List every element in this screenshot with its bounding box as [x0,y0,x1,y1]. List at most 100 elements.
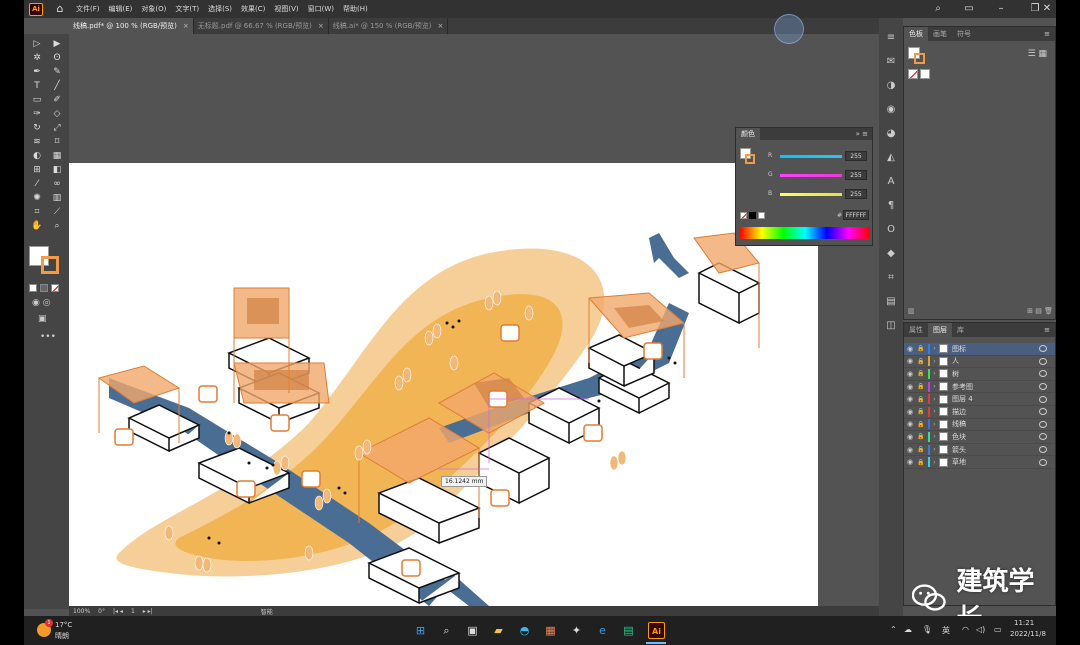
expand-arrow-icon[interactable]: › [930,358,939,365]
lock-icon[interactable]: 🔒 [916,421,926,428]
slider-track-g[interactable] [780,174,842,177]
appearance-icon[interactable]: ◑ [879,74,903,98]
comments-icon[interactable]: ✉ [879,50,903,74]
layer-row[interactable]: ◉ 🔒 › 图标 [904,343,1055,356]
align-icon[interactable]: ▤ [879,290,903,314]
layer-name[interactable]: 草地 [952,457,1039,467]
expand-arrow-icon[interactable]: › [930,396,939,403]
mesh-tool-icon[interactable]: ⊞ [29,164,45,176]
target-circle-icon[interactable] [1039,370,1047,378]
close-icon[interactable]: × [318,22,324,30]
stroke-panel-icon[interactable]: ◆ [879,242,903,266]
minimize-icon[interactable]: – [994,2,1008,16]
more-tools-icon[interactable]: ••• [40,332,56,342]
pathfinder-icon[interactable]: ◫ [879,314,903,338]
layer-name[interactable]: 参考图 [952,382,1039,392]
search-icon[interactable]: ⌕ [931,2,945,16]
clock-time[interactable]: 11:21 [1014,619,1034,627]
tab-color[interactable]: 颜色 [736,128,760,140]
shape-builder-tool-icon[interactable]: ◐ [29,150,45,162]
lock-icon[interactable]: 🔒 [916,459,926,466]
ie-icon[interactable]: e [594,622,611,639]
target-circle-icon[interactable] [1039,395,1047,403]
store-icon[interactable]: ▦ [542,622,559,639]
eyedropper-tool-icon[interactable]: ⁄ [29,178,45,190]
transform-icon[interactable]: ⌗ [879,266,903,290]
target-circle-icon[interactable] [1039,383,1047,391]
type-tool-icon[interactable]: T [29,80,45,92]
tab-layers[interactable]: 图层 [928,323,952,337]
hex-input[interactable]: FFFFFF [843,210,869,220]
target-circle-icon[interactable] [1039,408,1047,416]
visibility-eye-icon[interactable]: ◉ [904,420,916,428]
curvature-tool-icon[interactable]: ✎ [49,66,65,78]
cloud-icon[interactable]: ☁ [904,625,912,634]
slider-track-r[interactable] [780,155,842,158]
expand-arrow-icon[interactable]: › [930,421,939,428]
layer-row[interactable]: ◉ 🔒 › 草地 [904,456,1055,469]
rotation-value[interactable]: 0° [94,608,109,615]
layer-row[interactable]: ◉ 🔒 › 图层 4 [904,393,1055,406]
magic-wand-tool-icon[interactable]: ✲ [29,52,45,64]
expand-arrow-icon[interactable]: › [930,345,939,352]
expand-arrow-icon[interactable]: › [930,383,939,390]
eraser-tool-icon[interactable]: ◇ [49,108,65,120]
layer-row[interactable]: ◉ 🔒 › 树 [904,368,1055,381]
lock-icon[interactable]: 🔒 [916,408,926,415]
visibility-eye-icon[interactable]: ◉ [904,433,916,441]
slice-tool-icon[interactable]: ⟋ [49,206,65,218]
menu-edit[interactable]: 编辑(E) [109,4,133,14]
color-spectrum[interactable] [740,227,870,239]
file-explorer-icon[interactable]: ▰ [490,622,507,639]
character-icon[interactable]: A [879,170,903,194]
close-icon[interactable]: × [183,22,189,30]
ime-indicator[interactable]: 英 [942,625,950,636]
artboard-tool-icon[interactable]: ⌗ [29,206,45,218]
tray-chevron-icon[interactable]: ⌃ [890,625,897,634]
gradient-mode-icon[interactable] [40,284,48,292]
visibility-eye-icon[interactable]: ◉ [904,408,916,416]
none-mode-icon[interactable] [51,284,59,292]
zoom-tool-icon[interactable]: ⌕ [49,220,65,232]
clock-date[interactable]: 2022/11/8 [1010,630,1046,638]
color-guide-icon[interactable]: ◕ [879,122,903,146]
new-swatch-icon[interactable]: ⊞ ▤ 🗑 [1027,307,1053,315]
none-swatch[interactable] [908,69,918,79]
app-green-icon[interactable]: ▤ [620,622,637,639]
opentype-icon[interactable]: O [879,218,903,242]
close-window-icon[interactable]: ✕ [1040,2,1054,16]
target-circle-icon[interactable] [1039,357,1047,365]
target-circle-icon[interactable] [1039,446,1047,454]
slider-b[interactable]: B 255 [736,189,874,200]
illustrator-taskbar-icon[interactable]: Ai [648,622,665,639]
lock-icon[interactable]: 🔒 [916,433,926,440]
layer-name[interactable]: 色块 [952,432,1039,442]
menu-window[interactable]: 窗口(W) [308,4,334,14]
target-circle-icon[interactable] [1039,420,1047,428]
white-color-chip[interactable] [758,212,765,219]
layer-name[interactable]: 箭头 [952,445,1039,455]
perspective-grid-tool-icon[interactable]: ▦ [49,150,65,162]
layer-name[interactable]: 线稿 [952,419,1039,429]
slider-value-r[interactable]: 255 [845,151,867,161]
layer-name[interactable]: 图层 4 [952,394,1039,404]
visibility-eye-icon[interactable]: ◉ [904,357,916,365]
transparency-icon[interactable]: ◉ [879,98,903,122]
library-icon[interactable]: ▥ [908,307,915,315]
slider-track-b[interactable] [780,193,842,196]
tab-swatches[interactable]: 色板 [904,27,928,41]
layer-row[interactable]: ◉ 🔒 › 色块 [904,431,1055,444]
layer-row[interactable]: ◉ 🔒 › 描边 [904,406,1055,419]
layer-name[interactable]: 图标 [952,344,1039,354]
expand-arrow-icon[interactable]: › [930,459,939,466]
tab-properties[interactable]: 属性 [904,323,928,337]
target-circle-icon[interactable] [1039,345,1047,353]
menu-help[interactable]: 帮助(H) [343,4,368,14]
app-icon[interactable]: ✦ [568,622,585,639]
expand-arrow-icon[interactable]: › [930,408,939,415]
stroke-color-swatch[interactable] [41,256,59,274]
blend-tool-icon[interactable]: ∞ [49,178,65,190]
lock-icon[interactable]: 🔒 [916,396,926,403]
lock-icon[interactable]: 🔒 [916,345,926,352]
scale-tool-icon[interactable]: ⤢ [49,122,65,134]
